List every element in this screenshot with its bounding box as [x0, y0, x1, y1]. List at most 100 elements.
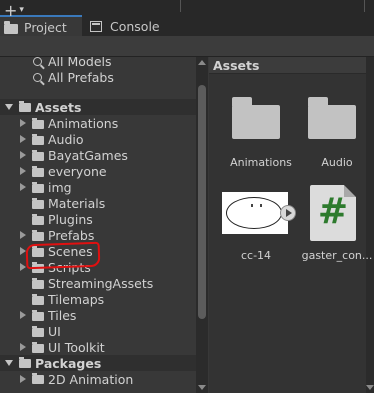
folder-icon: [32, 278, 44, 289]
asset-label: Animations: [230, 156, 292, 169]
folder-icon: [232, 97, 280, 139]
section-label: Assets: [35, 99, 82, 115]
expand-arrow-icon[interactable]: [20, 135, 26, 143]
tree-item[interactable]: everyone: [0, 163, 196, 179]
expand-arrow-icon[interactable]: [5, 360, 13, 366]
folder-icon: [32, 134, 44, 145]
tree-item[interactable]: Audio: [0, 131, 196, 147]
expand-arrow-icon[interactable]: [20, 343, 26, 351]
folder-icon: [32, 150, 44, 161]
tree-item-label: everyone: [48, 163, 107, 179]
expand-arrow-icon[interactable]: [20, 119, 26, 127]
console-icon: [90, 20, 104, 33]
tree-item-label: Tilemaps: [48, 291, 105, 307]
tree-item[interactable]: StreamingAssets: [0, 275, 196, 291]
tree-item-label: UI: [48, 323, 61, 339]
tab-separator: [364, 0, 365, 12]
tab-console-label: Console: [110, 19, 160, 34]
folder-icon: [32, 214, 44, 225]
tab-console[interactable]: Console: [86, 17, 182, 36]
tree-item-label: img: [48, 179, 72, 195]
sprite-detail: [260, 204, 262, 207]
tree-item-label: Audio: [48, 131, 84, 147]
search-icon: [33, 57, 42, 66]
tree-item[interactable]: img: [0, 179, 196, 195]
expand-arrow-icon[interactable]: [20, 151, 26, 159]
favorite-label: All Models: [48, 57, 112, 69]
scroll-up-arrow-icon[interactable]: [198, 60, 206, 65]
folder-icon: [32, 118, 44, 129]
tree-item[interactable]: BayatGames: [0, 147, 196, 163]
annotation-highlight: [25, 241, 101, 270]
asset-item[interactable]: # gaster_con...: [302, 185, 373, 265]
asset-item[interactable]: Audio: [303, 91, 373, 171]
favorite-item[interactable]: All Prefabs: [0, 69, 196, 85]
tree-item-label: 2D Animation: [48, 371, 134, 387]
favorite-item[interactable]: All Models: [0, 57, 196, 69]
folder-icon: [32, 182, 44, 193]
folder-icon: [32, 198, 44, 209]
expand-arrow-icon[interactable]: [20, 167, 26, 175]
scroll-down-arrow-icon[interactable]: [198, 385, 206, 390]
tree-item[interactable]: Tiles: [0, 307, 196, 323]
folder-open-icon: [19, 357, 31, 368]
folder-icon: [32, 294, 44, 305]
asset-label: cc-14: [240, 249, 272, 262]
tree-item[interactable]: Animations: [0, 115, 196, 131]
chevron-down-icon: ▾: [19, 5, 24, 15]
sprite-thumbnail: [222, 192, 288, 234]
folder-icon: [32, 342, 44, 353]
scroll-down-arrow-icon[interactable]: [366, 385, 374, 390]
tree-item-label: Animations: [48, 115, 119, 131]
expand-arrow-icon[interactable]: [5, 104, 13, 110]
asset-item[interactable]: cc-14: [222, 185, 296, 265]
expand-arrow-icon[interactable]: [20, 311, 26, 319]
plus-icon: +: [4, 0, 18, 20]
csharp-script-icon: #: [310, 185, 356, 241]
folder-icon: [32, 310, 44, 321]
tree-item-label: BayatGames: [48, 147, 128, 163]
sprite-detail: [251, 204, 253, 207]
folder-icon: [4, 20, 18, 34]
sprite-shape: [226, 197, 282, 229]
tree-item[interactable]: 2D Animation: [0, 371, 196, 387]
tree-item[interactable]: Prefabs: [0, 227, 196, 243]
folder-icon: [308, 97, 356, 139]
tree-item[interactable]: UI Toolkit: [0, 339, 196, 355]
tree-item-label: Tiles: [48, 307, 77, 323]
tab-project-label: Project: [24, 20, 67, 35]
asset-grid-breadcrumb[interactable]: Assets: [209, 57, 366, 74]
play-icon[interactable]: [280, 205, 296, 221]
folder-icon: [32, 373, 44, 384]
tree-item-label: Materials: [48, 195, 106, 211]
tree-scrollbar-thumb[interactable]: [198, 85, 206, 319]
create-dropdown-button[interactable]: + ▾: [4, 0, 34, 20]
tree-section-packages[interactable]: Packages: [0, 355, 196, 371]
folder-icon: [32, 326, 44, 337]
expand-arrow-icon[interactable]: [20, 231, 26, 239]
folder-open-icon: [19, 101, 31, 112]
search-icon: [33, 73, 42, 82]
expand-arrow-icon[interactable]: [20, 263, 26, 271]
tree-item[interactable]: Materials: [0, 195, 196, 211]
tree-item-label: Prefabs: [48, 227, 95, 243]
tab-separator: [180, 0, 181, 12]
tree-item[interactable]: UI: [0, 323, 196, 339]
tree-item[interactable]: Plugins: [0, 211, 196, 227]
tree-item-label: UI Toolkit: [48, 339, 105, 355]
expand-arrow-icon[interactable]: [20, 183, 26, 191]
favorite-label: All Prefabs: [48, 69, 114, 85]
asset-item[interactable]: Animations: [227, 91, 297, 171]
section-label: Packages: [35, 355, 102, 371]
asset-label: Audio: [321, 156, 353, 169]
script-glyph: #: [317, 191, 349, 232]
asset-label: gaster_con...: [301, 249, 373, 262]
folder-icon: [32, 230, 44, 241]
tree-item-label: Plugins: [48, 211, 93, 227]
expand-arrow-icon[interactable]: [20, 375, 26, 383]
tree-section-assets[interactable]: Assets: [0, 99, 196, 115]
folder-icon: [32, 166, 44, 177]
project-tree: All Models All Prefabs Assets Animations…: [0, 57, 196, 393]
tree-item[interactable]: Tilemaps: [0, 291, 196, 307]
tree-item-label: StreamingAssets: [48, 275, 154, 291]
